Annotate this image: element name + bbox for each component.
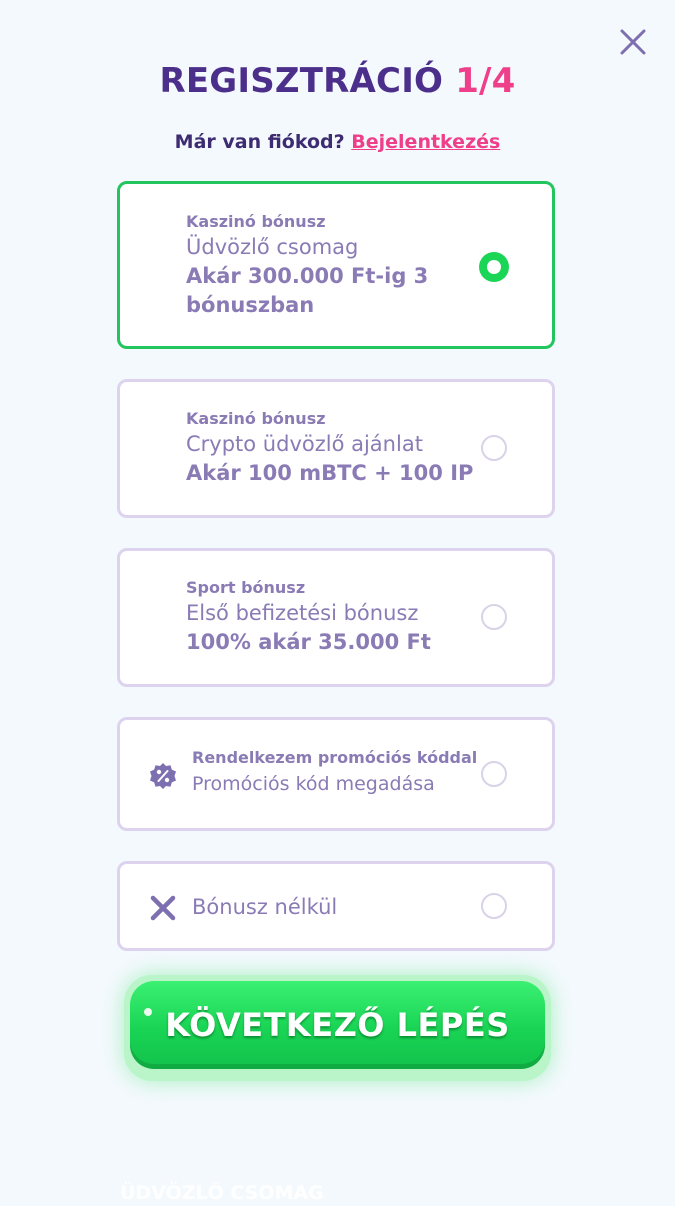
footer-ghost-text: ÜDVÖZLŐ CSOMAG	[120, 1182, 324, 1204]
bonus-option-promo-code[interactable]: Rendelkezem promóciós kóddal Promóciós k…	[117, 717, 555, 831]
bonus-option-welcome-package[interactable]: Kaszinó bónusz Üdvözlő csomag Akár 300.0…	[117, 181, 555, 349]
login-link[interactable]: Bejelentkezés	[351, 131, 500, 153]
no-bonus-label: Bónusz nélkül	[192, 895, 338, 919]
login-prompt: Már van fiókod?	[174, 131, 345, 153]
option-radio[interactable]	[481, 435, 507, 461]
option-radio[interactable]	[481, 761, 507, 787]
option-category: Kaszinó bónusz	[186, 212, 326, 231]
close-icon	[620, 29, 646, 55]
percent-badge-icon	[150, 763, 176, 789]
option-category: Sport bónusz	[186, 578, 306, 597]
close-button[interactable]	[618, 27, 648, 57]
option-name: Crypto üdvözlő ajánlat	[186, 432, 423, 456]
option-category: Kaszinó bónusz	[186, 409, 326, 428]
option-offer: 100% akár 35.000 Ft	[186, 630, 431, 654]
close-x-icon	[150, 895, 176, 921]
bonus-option-sport-first-deposit[interactable]: Sport bónusz Első befizetési bónusz 100%…	[117, 548, 555, 687]
option-radio-selected[interactable]	[479, 252, 509, 282]
login-prompt-row: Már van fiókod? Bejelentkezés	[0, 129, 675, 155]
promo-sublabel: Promóciós kód megadása	[192, 773, 435, 795]
option-radio[interactable]	[481, 604, 507, 630]
next-step-label: KÖVETKEZŐ LÉPÉS	[165, 1006, 510, 1044]
option-radio[interactable]	[481, 893, 507, 919]
promo-label: Rendelkezem promóciós kóddal	[192, 748, 478, 767]
option-name: Első befizetési bónusz	[186, 601, 419, 625]
option-offer: Akár 100 mBTC + 100 IP	[186, 461, 474, 485]
bonus-option-crypto-welcome[interactable]: Kaszinó bónusz Crypto üdvözlő ajánlat Ak…	[117, 379, 555, 518]
next-step-button-frame: KÖVETKEZŐ LÉPÉS	[124, 975, 551, 1081]
bonus-option-none[interactable]: Bónusz nélkül	[117, 861, 555, 951]
option-name: Üdvözlő csomag	[186, 235, 359, 259]
next-step-button[interactable]: KÖVETKEZŐ LÉPÉS	[130, 981, 545, 1069]
option-offer: Akár 300.000 Ft-ig 3 bónuszban	[186, 264, 429, 317]
page-title: REGISZTRÁCIÓ 1/4	[0, 58, 675, 104]
title-step: 1/4	[455, 61, 516, 101]
title-main: REGISZTRÁCIÓ	[159, 61, 444, 101]
sparkle-icon	[144, 1008, 152, 1016]
